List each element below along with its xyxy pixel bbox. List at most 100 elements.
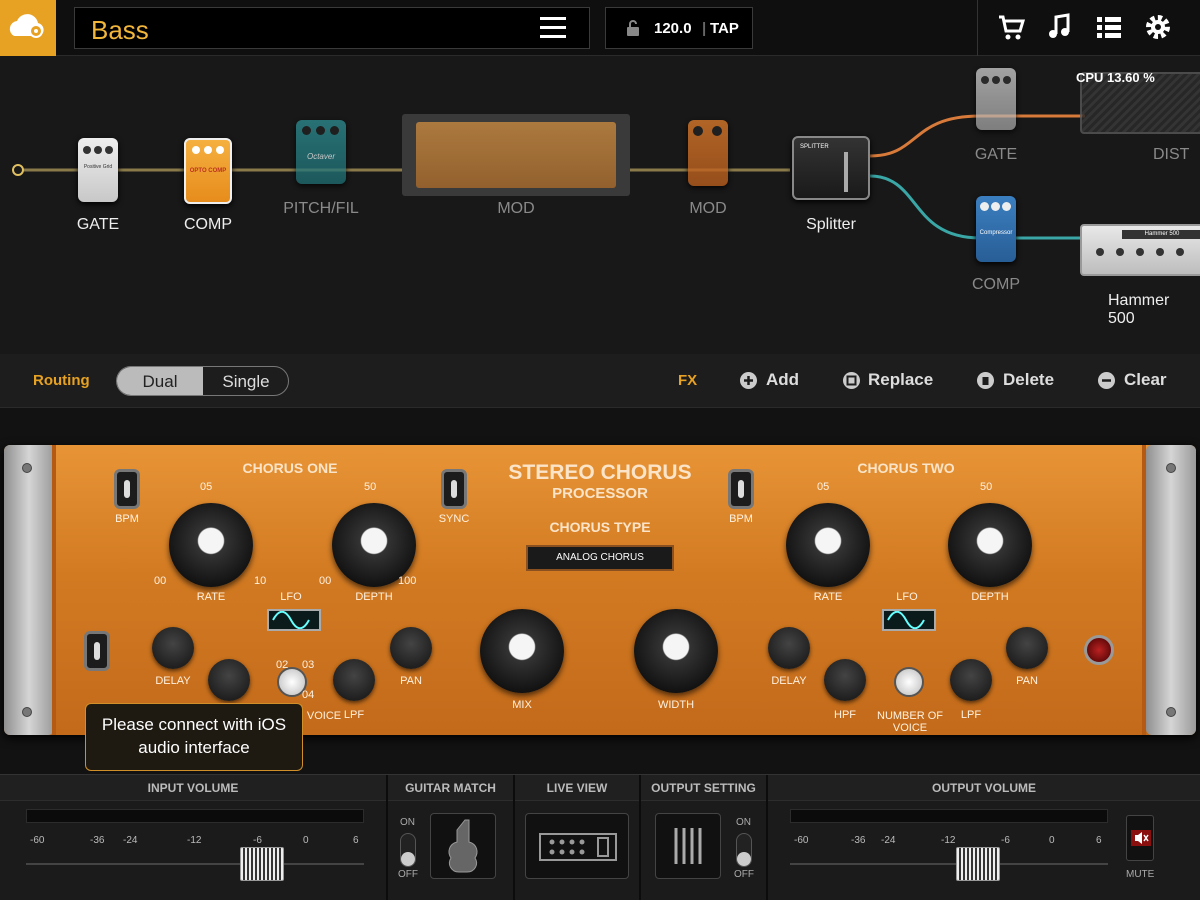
chain-label-splitter: Splitter xyxy=(806,216,856,233)
depth-label-2: DEPTH xyxy=(971,591,1009,603)
octaver-pedal[interactable]: Octaver xyxy=(296,120,346,184)
mute-label: MUTE xyxy=(1126,869,1155,880)
guitar-match-header: GUITAR MATCH xyxy=(388,775,513,801)
width-knob[interactable] xyxy=(634,609,718,693)
minus-icon[interactable] xyxy=(1098,372,1115,389)
rate-knob-1[interactable] xyxy=(169,503,253,587)
output-setting-header: OUTPUT SETTING xyxy=(641,775,766,801)
chain-label-mod-1: MOD xyxy=(497,200,535,217)
output-volume-header: OUTPUT VOLUME xyxy=(768,775,1200,801)
bypass-toggle[interactable] xyxy=(84,631,110,671)
bpm-label-1: BPM xyxy=(115,513,139,525)
hammer-amp[interactable]: Hammer 500 xyxy=(1080,224,1200,276)
music-note-icon[interactable] xyxy=(1045,12,1075,42)
voice-label-1: VOICE xyxy=(306,710,342,722)
gate-pedal[interactable]: Positive Grid xyxy=(78,138,118,202)
gear-icon[interactable] xyxy=(1143,12,1173,42)
rack-ear-right xyxy=(1146,445,1196,735)
add-button[interactable]: Add xyxy=(766,370,799,390)
lfo-waveform-1[interactable] xyxy=(267,609,321,631)
chain-label-mod-2: MOD xyxy=(689,200,727,217)
lpf-label-1: LPF xyxy=(343,709,365,721)
input-volume-fader[interactable] xyxy=(240,847,284,881)
trash-icon[interactable] xyxy=(977,372,994,389)
bpm-toggle-2[interactable] xyxy=(728,469,754,509)
app-root: Bass 120.0 | TAP Positive Grid GATE OPTO… xyxy=(0,0,1200,900)
hpf-knob-1[interactable] xyxy=(208,659,250,701)
cpu-readout: CPU 13.60 % xyxy=(1076,70,1155,85)
tempo-value[interactable]: 120.0 xyxy=(654,20,692,37)
mix-label: MIX xyxy=(512,699,532,711)
depth-label-1: DEPTH xyxy=(355,591,393,603)
add-icon[interactable] xyxy=(740,372,757,389)
output-setting-switch[interactable] xyxy=(736,833,752,867)
mute-button[interactable] xyxy=(1126,815,1154,861)
routing-toggle[interactable]: Dual Single xyxy=(116,366,289,396)
guitar-icon xyxy=(448,819,478,873)
bottom-panel: INPUT VOLUME GUITAR MATCH LIVE VIEW OUTP… xyxy=(0,774,1200,900)
fx-label: FX xyxy=(678,372,698,389)
compressor-pedal[interactable]: Compressor xyxy=(976,196,1016,262)
comp-pedal[interactable]: OPTO COMP xyxy=(184,138,232,204)
clear-button[interactable]: Clear xyxy=(1124,370,1167,390)
routing-single[interactable]: Single xyxy=(203,367,288,395)
live-view-button[interactable] xyxy=(525,813,629,879)
led-indicator xyxy=(1084,635,1114,665)
list-icon[interactable] xyxy=(1094,12,1124,42)
lfo-label-2: LFO xyxy=(896,591,918,603)
chain-label-pitch: PITCH/FIL xyxy=(283,200,359,217)
replace-icon[interactable] xyxy=(843,372,860,389)
routing-dual[interactable]: Dual xyxy=(117,367,203,395)
tempo-box[interactable]: 120.0 | TAP xyxy=(605,7,753,49)
fx-toolbar: Routing Dual Single FX Add Replace Delet… xyxy=(0,354,1200,408)
lpf-knob-2[interactable] xyxy=(950,659,992,701)
sync-toggle[interactable] xyxy=(441,469,467,509)
depth-knob-2[interactable] xyxy=(948,503,1032,587)
rack-subtitle: PROCESSOR xyxy=(552,485,648,502)
gate-pedal-2[interactable] xyxy=(976,68,1016,130)
preset-selector[interactable]: Bass xyxy=(74,7,590,49)
output-volume-fader[interactable] xyxy=(956,847,1000,881)
chain-label-gate-2: GATE xyxy=(974,146,1018,163)
chorus-type-select[interactable]: ANALOG CHORUS xyxy=(526,545,674,571)
hpf-label-2: HPF xyxy=(834,709,856,721)
guitar-match-button[interactable] xyxy=(430,813,496,879)
rate-knob-2[interactable] xyxy=(786,503,870,587)
lfo-waveform-2[interactable] xyxy=(882,609,936,631)
preset-name: Bass xyxy=(91,15,149,45)
chain-label-comp: COMP xyxy=(184,216,232,233)
mod-rack-selected[interactable] xyxy=(402,114,630,196)
delay-knob-2[interactable] xyxy=(768,627,810,669)
lock-icon[interactable] xyxy=(626,20,640,36)
rack-ear-left xyxy=(4,445,54,735)
chain-label-hammer: Hammer 500 xyxy=(1108,292,1170,327)
rate-label-1: RATE xyxy=(196,591,226,603)
menu-icon[interactable] xyxy=(540,17,566,39)
chorus-one-label: CHORUS ONE xyxy=(242,460,338,476)
live-view-icon xyxy=(539,833,617,861)
delay-knob-1[interactable] xyxy=(152,627,194,669)
splitter-box[interactable]: SPLITTER xyxy=(792,136,870,200)
mix-knob[interactable] xyxy=(480,609,564,693)
delete-button[interactable]: Delete xyxy=(1003,370,1054,390)
cloud-icon[interactable] xyxy=(0,0,56,56)
rack-title: STEREO CHORUS xyxy=(508,461,692,484)
bpm-toggle-1[interactable] xyxy=(114,469,140,509)
mod-pedal[interactable] xyxy=(688,120,728,186)
cart-icon[interactable] xyxy=(996,12,1026,42)
voice-knob-2[interactable] xyxy=(894,667,924,697)
pan-knob-2[interactable] xyxy=(1006,627,1048,669)
hpf-knob-2[interactable] xyxy=(824,659,866,701)
lpf-knob-1[interactable] xyxy=(333,659,375,701)
output-setting-button[interactable] xyxy=(655,813,721,879)
input-volume-header: INPUT VOLUME xyxy=(0,775,386,801)
replace-button[interactable]: Replace xyxy=(868,370,933,390)
pan-knob-1[interactable] xyxy=(390,627,432,669)
live-view-header: LIVE VIEW xyxy=(515,775,639,801)
sync-label: SYNC xyxy=(438,513,470,525)
tap-button[interactable]: TAP xyxy=(710,20,739,37)
input-meter xyxy=(26,809,364,823)
delay-label-1: DELAY xyxy=(155,675,191,687)
guitar-match-switch[interactable] xyxy=(400,833,416,867)
delay-label-2: DELAY xyxy=(771,675,807,687)
